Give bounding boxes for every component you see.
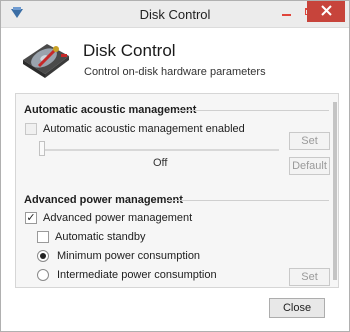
acoustic-slider-thumb[interactable] <box>39 141 45 156</box>
standby-checkbox-row[interactable]: Automatic standby <box>37 231 146 243</box>
standby-checkbox[interactable] <box>37 231 49 243</box>
acoustic-slider-track[interactable] <box>41 149 279 151</box>
radio-intermediate-power-row[interactable]: Intermediate power consumption <box>37 269 217 281</box>
power-section-title: Advanced power management <box>24 194 183 206</box>
power-set-button[interactable]: Set <box>289 268 330 286</box>
hard-disk-icon <box>19 36 71 80</box>
close-icon <box>320 4 332 19</box>
close-window-button[interactable] <box>307 1 345 22</box>
acoustic-checkbox-row[interactable]: Automatic acoustic management enabled <box>25 123 245 135</box>
acoustic-checkbox-label: Automatic acoustic management enabled <box>43 123 245 135</box>
header: Disk Control Control on-disk hardware pa… <box>1 28 349 90</box>
radio-intermediate-power[interactable] <box>37 269 49 281</box>
acoustic-default-button[interactable]: Default <box>289 157 330 175</box>
header-subtitle: Control on-disk hardware parameters <box>84 66 266 78</box>
power-section-divider <box>167 200 329 201</box>
radio-min-power-row[interactable]: Minimum power consumption <box>37 250 200 262</box>
radio-selected-dot <box>40 253 46 259</box>
radio-min-power-label: Minimum power consumption <box>57 250 201 262</box>
vertical-scrollbar[interactable] <box>333 102 337 280</box>
close-button[interactable]: Close <box>269 298 325 318</box>
power-checkbox-row[interactable]: ✓ Advanced power management <box>25 212 192 224</box>
acoustic-set-button[interactable]: Set <box>289 132 330 150</box>
power-checkbox-label: Advanced power management <box>43 212 193 224</box>
header-title: Disk Control <box>83 41 176 60</box>
disk-control-window: Disk Control Disk Control Control on-dis… <box>0 0 350 332</box>
checkmark-icon: ✓ <box>26 212 36 224</box>
minimize-button[interactable] <box>275 1 297 22</box>
acoustic-slider-value: Off <box>153 157 168 169</box>
title-bar[interactable]: Disk Control <box>1 1 349 28</box>
power-checkbox[interactable]: ✓ <box>25 212 37 224</box>
radio-intermediate-power-label: Intermediate power consumption <box>57 269 217 281</box>
acoustic-checkbox[interactable] <box>25 123 37 135</box>
acoustic-section-title: Automatic acoustic management <box>24 104 197 116</box>
standby-checkbox-label: Automatic standby <box>55 231 146 243</box>
minimize-icon <box>281 13 291 16</box>
radio-min-power[interactable] <box>37 250 49 262</box>
acoustic-section-divider <box>177 110 329 111</box>
